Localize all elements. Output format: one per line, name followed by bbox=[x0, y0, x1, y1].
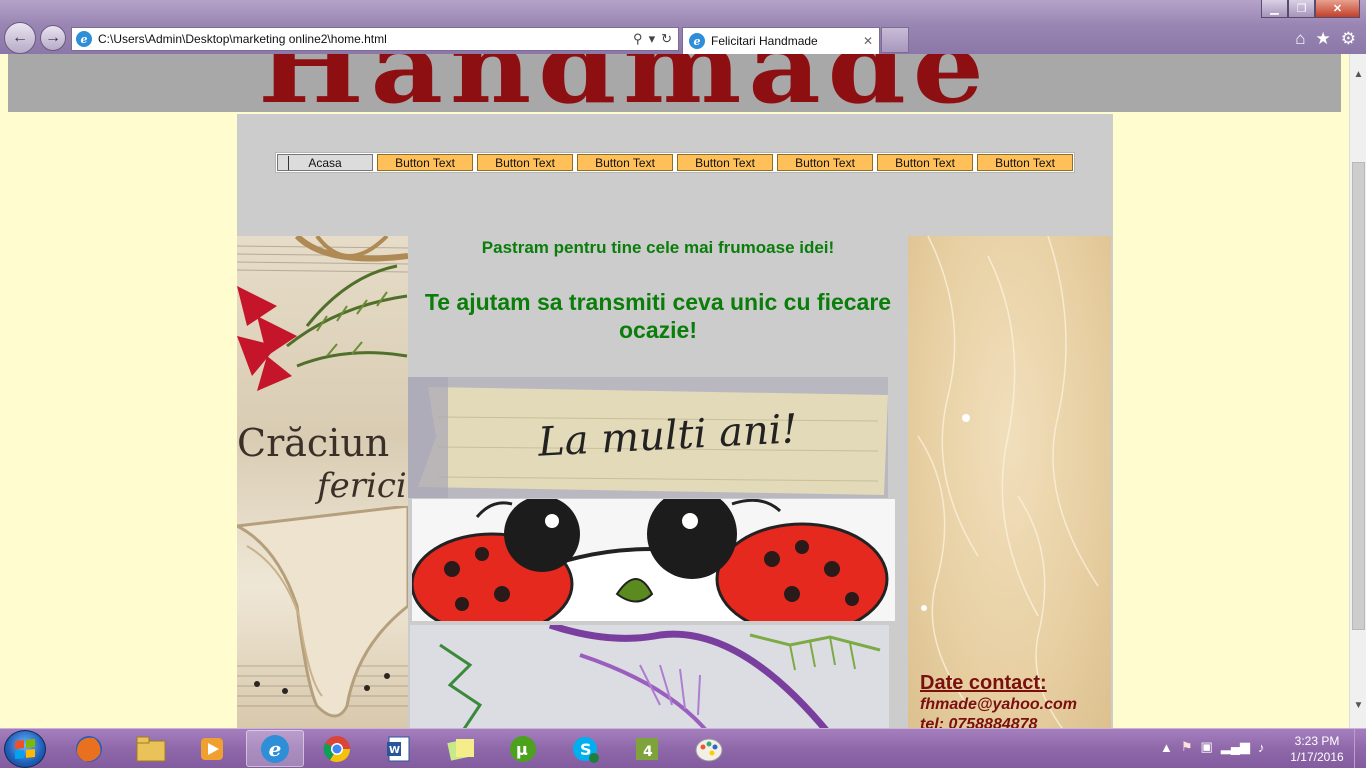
clock-time: 3:23 PM bbox=[1294, 734, 1340, 748]
search-icon[interactable]: ⚲ bbox=[633, 31, 643, 47]
menu-button-6[interactable]: Button Text bbox=[777, 154, 873, 171]
home-icon[interactable]: ⌂ bbox=[1295, 29, 1305, 49]
media-player-icon bbox=[201, 737, 223, 760]
clock-date: 1/17/2016 bbox=[1290, 750, 1344, 764]
embroidery-card-image bbox=[410, 625, 889, 735]
paper-texture bbox=[917, 236, 1099, 736]
site-header: Handmade bbox=[8, 54, 1341, 112]
show-hidden-icons-icon[interactable]: ▲ bbox=[1160, 740, 1173, 755]
back-button[interactable]: ← bbox=[4, 22, 36, 54]
dropdown-icon[interactable]: ▾ bbox=[649, 31, 656, 47]
new-tab-button[interactable] bbox=[881, 27, 909, 53]
parchment-sidebar: Date contact: fhmade@yahoo.com tel: 0758… bbox=[908, 236, 1111, 736]
system-tray: ▲ ⚑ ▣ ▂▄▆ ♪ bbox=[1160, 739, 1265, 755]
menu-button-2[interactable]: Button Text bbox=[377, 154, 473, 171]
tab-favicon-icon: e bbox=[689, 33, 705, 49]
show-desktop-button[interactable] bbox=[1354, 729, 1366, 768]
tagline-large: Te ajutam sa transmiti ceva unic cu fiec… bbox=[424, 289, 892, 343]
arrow-right-icon: → bbox=[45, 29, 61, 46]
tagline-small: Pastram pentru tine cele mai frumoase id… bbox=[481, 238, 835, 257]
window-controls: ▁ ❐ ✕ bbox=[1261, 0, 1360, 18]
taskbar-app-4[interactable]: 4 bbox=[618, 730, 676, 767]
taskbar-explorer[interactable] bbox=[122, 730, 180, 767]
christmas-card-image: Crăciun fericit bbox=[237, 236, 408, 736]
svg-text:µ: µ bbox=[516, 740, 528, 759]
svg-text:W: W bbox=[389, 745, 400, 756]
tab-close-icon[interactable]: ✕ bbox=[863, 34, 879, 48]
taskbar-internet-explorer[interactable]: e bbox=[246, 730, 304, 767]
paint-palette-icon bbox=[695, 738, 723, 761]
taskbar-utorrent[interactable]: µ bbox=[494, 730, 552, 767]
nav-menu: Acasa Button Text Button Text Button Tex… bbox=[275, 152, 1075, 173]
close-window-button[interactable]: ✕ bbox=[1315, 0, 1360, 18]
minimize-button[interactable]: ▁ bbox=[1261, 0, 1288, 18]
sticky-notes-icon bbox=[447, 738, 474, 761]
la-multi-ani-image: La multi ani! bbox=[408, 377, 888, 498]
contact-title: Date contact: bbox=[920, 672, 1047, 694]
volume-speaker-icon[interactable]: ♪ bbox=[1258, 740, 1265, 755]
browser-tab[interactable]: e Felicitari Handmade ✕ bbox=[682, 27, 880, 54]
menu-button-acasa[interactable]: Acasa bbox=[277, 154, 373, 171]
fericit-text: fericit bbox=[317, 466, 408, 506]
scroll-down-arrow-icon[interactable]: ▼ bbox=[1350, 697, 1366, 714]
maximize-button[interactable]: ❐ bbox=[1288, 0, 1315, 18]
taskbar-clock[interactable]: 3:23 PM 1/17/2016 bbox=[1284, 733, 1350, 765]
device-icon[interactable]: ▣ bbox=[1201, 739, 1213, 755]
menu-button-8[interactable]: Button Text bbox=[977, 154, 1073, 171]
taskbar-sticky-notes[interactable] bbox=[432, 730, 490, 767]
action-center-flag-icon[interactable]: ⚑ bbox=[1181, 739, 1193, 755]
site-logo: Handmade bbox=[258, 54, 991, 112]
vertical-scrollbar[interactable]: ▲ ▼ bbox=[1349, 54, 1366, 728]
windows-taskbar: e W µ S 4 ▲ ⚑ ▣ ▂▄▆ ♪ 3:23 PM 1/17/2016 bbox=[0, 728, 1366, 768]
arrow-left-icon: ← bbox=[12, 29, 28, 46]
ie-page-icon: e bbox=[76, 31, 92, 47]
address-bar[interactable]: e C:\Users\Admin\Desktop\marketing onlin… bbox=[71, 27, 679, 51]
scroll-up-arrow-icon[interactable]: ▲ bbox=[1350, 66, 1366, 83]
refresh-icon[interactable]: ↻ bbox=[661, 31, 672, 47]
scrollbar-thumb[interactable] bbox=[1352, 162, 1365, 630]
green-app-icon: 4 bbox=[636, 737, 658, 760]
browser-titlebar: ▁ ❐ ✕ ← → e C:\Users\Admin\Desktop\marke… bbox=[0, 0, 1366, 54]
taskbar-chrome[interactable] bbox=[308, 730, 366, 767]
taskbar-skype[interactable]: S bbox=[556, 730, 614, 767]
svg-text:4: 4 bbox=[643, 744, 653, 760]
tab-title: Felicitari Handmade bbox=[711, 34, 818, 48]
ladybug-card-image bbox=[412, 499, 895, 621]
settings-gear-icon[interactable]: ⚙ bbox=[1341, 29, 1356, 49]
taskbar-word[interactable]: W bbox=[370, 730, 428, 767]
windows-logo-icon bbox=[15, 738, 35, 760]
address-url[interactable]: C:\Users\Admin\Desktop\marketing online2… bbox=[98, 32, 633, 46]
craciun-text: Crăciun bbox=[237, 421, 390, 465]
chrome-icon bbox=[323, 735, 351, 762]
utorrent-icon: µ bbox=[510, 735, 536, 762]
folder-icon bbox=[136, 736, 166, 761]
poinsettia-flower bbox=[237, 286, 297, 391]
start-button[interactable] bbox=[4, 730, 46, 768]
favorites-star-icon[interactable]: ★ bbox=[1316, 29, 1331, 49]
menu-button-3[interactable]: Button Text bbox=[477, 154, 573, 171]
network-signal-icon[interactable]: ▂▄▆ bbox=[1221, 739, 1250, 755]
contact-email: fhmade@yahoo.com bbox=[920, 696, 1077, 713]
menu-button-7[interactable]: Button Text bbox=[877, 154, 973, 171]
forward-button[interactable]: → bbox=[40, 25, 66, 51]
taskbar-media-player[interactable] bbox=[183, 730, 241, 767]
skype-icon: S bbox=[573, 736, 599, 763]
menu-button-4[interactable]: Button Text bbox=[577, 154, 673, 171]
menu-button-5[interactable]: Button Text bbox=[677, 154, 773, 171]
taskbar-paint[interactable] bbox=[680, 730, 738, 767]
internet-explorer-icon: e bbox=[261, 734, 289, 763]
wooden-tag-shape bbox=[237, 506, 408, 718]
word-icon: W bbox=[387, 736, 410, 761]
taskbar-firefox[interactable] bbox=[60, 730, 118, 767]
firefox-icon bbox=[76, 735, 102, 762]
